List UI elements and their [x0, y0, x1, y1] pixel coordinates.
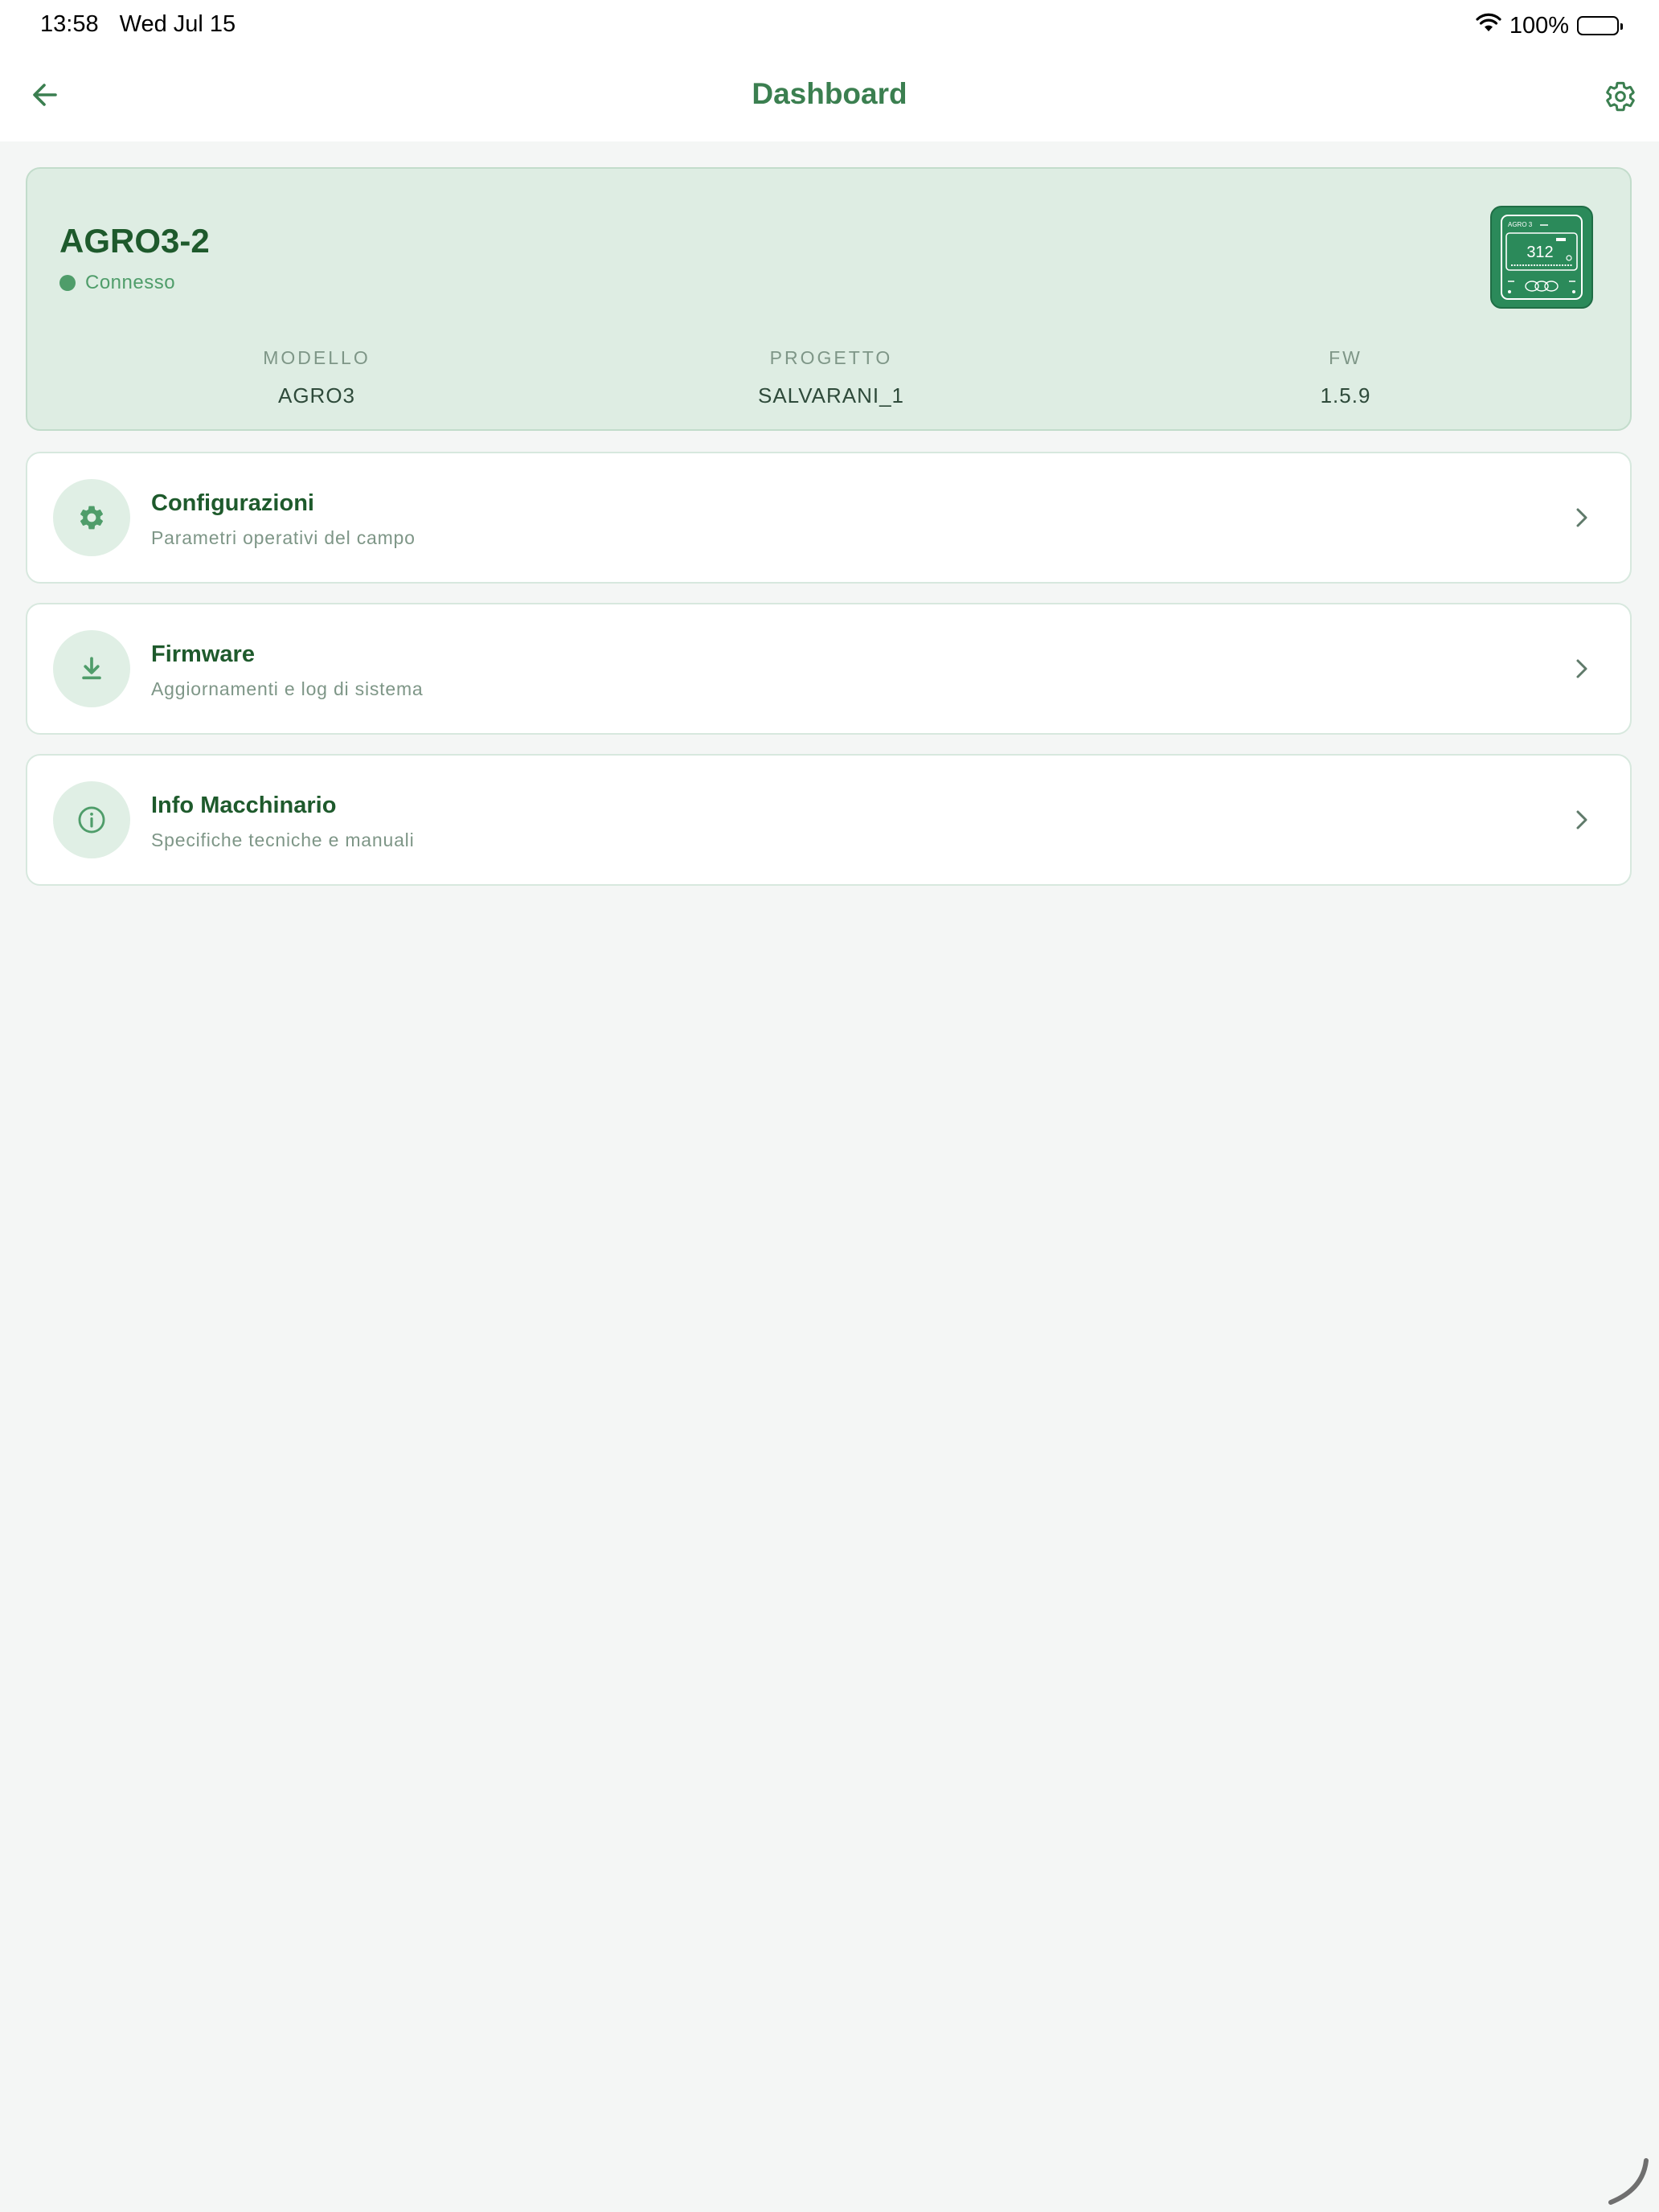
menu-item-title: Configurazioni	[151, 490, 314, 516]
navigation-bar: Dashboard	[0, 51, 1659, 141]
spec-label: MODELLO	[263, 347, 371, 368]
spec-value: 1.5.9	[1320, 383, 1371, 408]
chevron-right-icon	[1567, 654, 1596, 683]
spec-modello: MODELLO AGRO3	[156, 347, 477, 408]
info-icon	[78, 806, 105, 834]
thumbnail-brand-text: AGRO 3	[1508, 221, 1533, 228]
status-indicators: 100%	[1476, 10, 1623, 42]
page-title: Dashboard	[752, 77, 907, 110]
battery-percentage: 100%	[1509, 12, 1569, 39]
menu-item-configurazioni[interactable]: Configurazioni Parametri operativi del c…	[26, 452, 1632, 584]
menu-item-subtitle: Specifiche tecniche e manuali	[151, 830, 415, 850]
chevron-right-icon	[1567, 503, 1596, 532]
menu-item-title: Firmware	[151, 641, 255, 667]
status-dot-icon	[59, 275, 76, 291]
chevron-right-icon	[1567, 805, 1596, 834]
settings-button[interactable]	[1601, 77, 1640, 116]
menu-item-info-macchinario[interactable]: Info Macchinario Specifiche tecniche e m…	[26, 754, 1632, 886]
spec-value: SALVARANI_1	[757, 383, 904, 408]
wifi-icon	[1476, 12, 1501, 39]
menu-icon-badge	[53, 630, 130, 707]
spec-value: AGRO3	[277, 383, 356, 408]
menu-icon-badge	[53, 781, 130, 858]
menu-icon-badge	[53, 479, 130, 556]
menu-item-subtitle: Parametri operativi del campo	[151, 527, 416, 548]
gear-icon	[1606, 81, 1635, 112]
device-thumbnail: AGRO 3 312	[1490, 206, 1593, 309]
menu-item-firmware[interactable]: Firmware Aggiornamenti e log di sistema	[26, 603, 1632, 735]
status-time: 13:58 Wed Jul 15	[40, 11, 236, 38]
spec-progetto: PROGETTO SALVARANI_1	[670, 347, 992, 408]
connection-status: Connesso	[59, 272, 175, 294]
spec-fw: FW 1.5.9	[1185, 347, 1506, 408]
menu-item-subtitle: Aggiornamenti e log di sistema	[151, 678, 424, 699]
thumbnail-display-value: 312	[1526, 244, 1553, 261]
device-name: AGRO3-2	[59, 222, 210, 260]
menu-item-title: Info Macchinario	[151, 793, 337, 818]
corner-gesture-handle[interactable]	[1604, 2157, 1653, 2206]
status-clock: 13:58	[40, 11, 99, 37]
device-card: AGRO3-2 Connesso AGRO 3 312 MODELLO AGRO…	[26, 167, 1632, 431]
status-date: Wed Jul 15	[119, 11, 236, 37]
spec-label: FW	[1329, 347, 1362, 368]
gear-icon	[80, 506, 104, 530]
download-icon	[82, 657, 101, 680]
spec-label: PROGETTO	[769, 347, 893, 368]
battery-icon	[1577, 16, 1623, 35]
status-bar: 13:58 Wed Jul 15 100%	[0, 0, 1659, 51]
connection-status-text: Connesso	[85, 272, 176, 293]
